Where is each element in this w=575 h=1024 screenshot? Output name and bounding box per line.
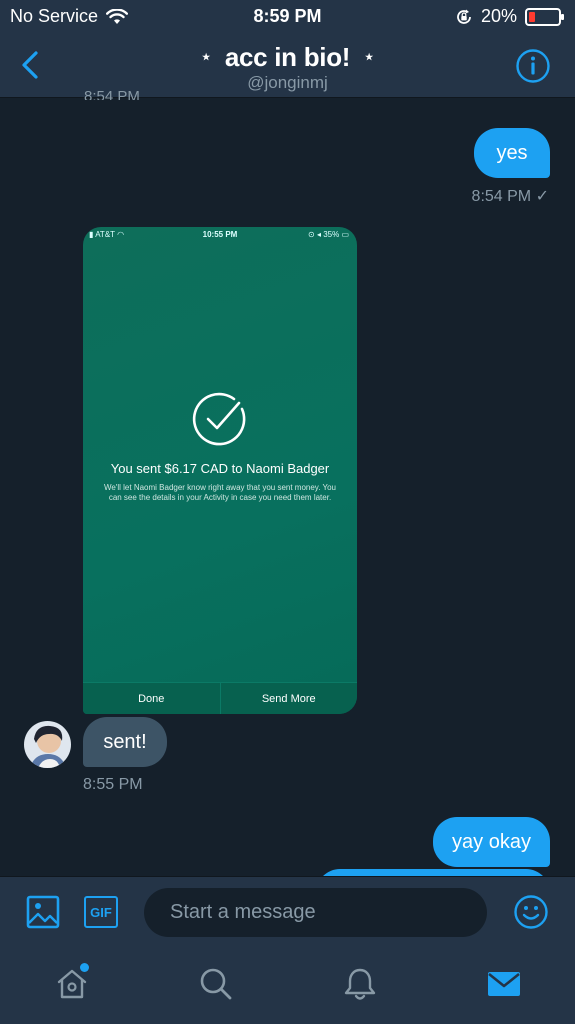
battery-fill: [529, 11, 535, 22]
payment-confirmation-title: You sent $6.17 CAD to Naomi Badger: [110, 461, 330, 476]
image-message[interactable]: ▮ AT&T ◠ 10:55 PM ⊙ ◂ 35% ▭ You sent $6.…: [83, 227, 357, 714]
message-bubble-yes[interactable]: yes: [474, 128, 550, 178]
tab-bar: [0, 948, 575, 1024]
screenshot-status-bar: ▮ AT&T ◠ 10:55 PM ⊙ ◂ 35% ▭: [83, 227, 357, 241]
message-bubble-yay-okay[interactable]: yay okay: [433, 817, 550, 867]
done-button: Done: [138, 693, 165, 705]
message-text: yay okay: [452, 830, 531, 853]
checkmark-circle-icon: [192, 392, 246, 446]
timestamp-text: 8:54 PM: [471, 188, 532, 205]
message-composer: GIF Start a message: [0, 876, 575, 948]
message-text: sent!: [103, 730, 147, 753]
notification-dot: [80, 963, 89, 972]
read-check-icon: ✓: [535, 188, 549, 205]
messages-envelope-icon[interactable]: [486, 966, 522, 1002]
status-bar: No Service 8:59 PM 20%: [0, 0, 575, 34]
message-text: yes: [496, 141, 528, 164]
notifications-bell-icon[interactable]: [342, 966, 378, 1002]
send-more-button: Send More: [219, 683, 358, 714]
gif-button[interactable]: GIF: [84, 896, 118, 928]
message-timestamp: 8:54 PM ✓: [472, 186, 549, 206]
screenshot-battery: ⊙ ◂ 35% ▭: [308, 230, 349, 239]
message-input[interactable]: Start a message: [144, 888, 487, 937]
image-icon[interactable]: [26, 895, 60, 929]
emoji-icon[interactable]: [513, 894, 549, 930]
info-icon[interactable]: [515, 48, 551, 84]
message-timestamp: 8:55 PM: [83, 776, 143, 793]
avatar-image: [24, 721, 71, 768]
screenshot-button-row: Done Send More: [83, 682, 357, 714]
title-star-right: ⋆: [364, 49, 374, 66]
battery-percent: 20%: [480, 6, 517, 26]
message-bubble-sent[interactable]: sent!: [83, 717, 167, 767]
status-right: 20%: [455, 6, 564, 27]
page-title: ⋆ acc in bio! ⋆: [0, 42, 575, 73]
battery-icon: [525, 7, 564, 26]
cut-off-timestamp: 8:54 PM: [84, 88, 140, 100]
title-star-left: ⋆: [201, 49, 211, 66]
title-text: acc in bio!: [224, 42, 351, 72]
search-icon[interactable]: [198, 966, 234, 1002]
orientation-lock-icon: [457, 9, 471, 24]
payment-confirmation-description: We'll let Naomi Badger know right away t…: [103, 483, 337, 502]
avatar[interactable]: [24, 721, 71, 768]
header-title-group[interactable]: ⋆ acc in bio! ⋆ @jonginmj: [0, 42, 575, 93]
